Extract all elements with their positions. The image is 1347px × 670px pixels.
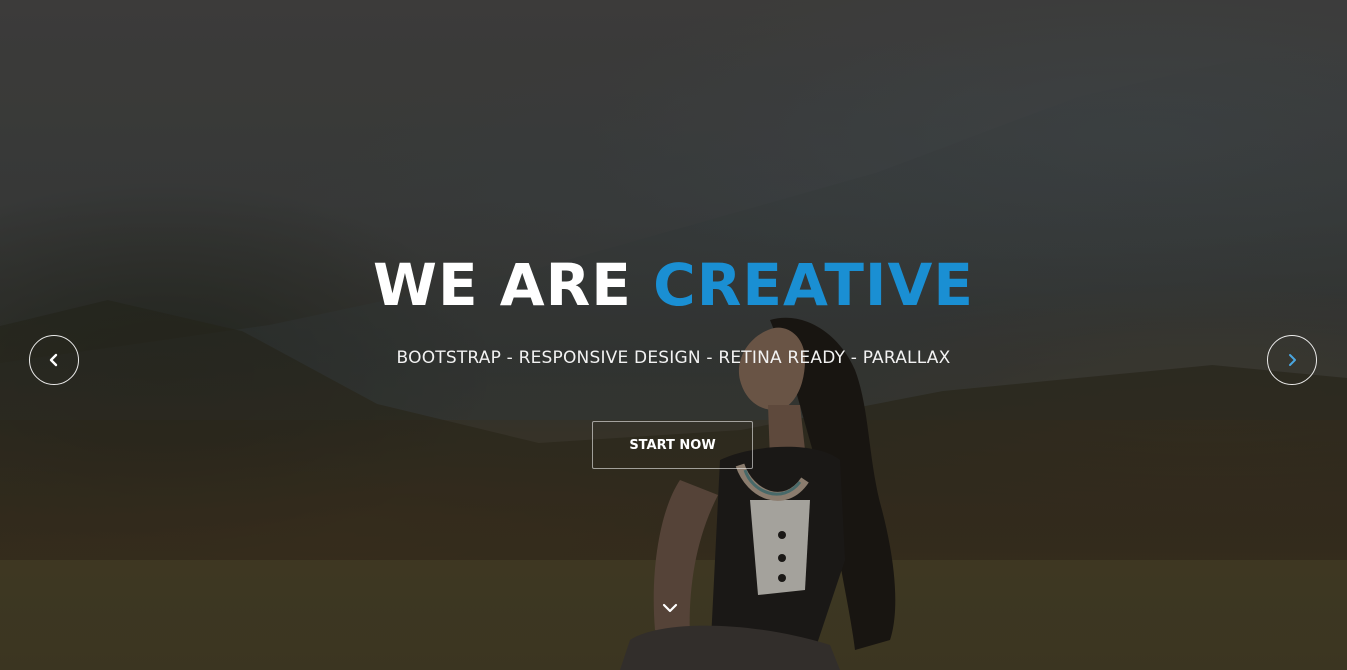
chevron-right-icon: [1289, 354, 1296, 366]
hero-section: WE ARE CREATIVE BOOTSTRAP - RESPONSIVE D…: [0, 0, 1347, 670]
chevron-down-icon: [662, 603, 678, 613]
dark-overlay: [0, 0, 1347, 670]
scroll-down-button[interactable]: [660, 600, 680, 616]
start-now-button[interactable]: START NOW: [592, 421, 753, 469]
hero-subtitle: BOOTSTRAP - RESPONSIVE DESIGN - RETINA R…: [396, 348, 951, 368]
headline-text: WE ARE: [372, 251, 632, 319]
headline-accent-text: CREATIVE: [653, 251, 975, 319]
slider-prev-button[interactable]: [29, 335, 79, 385]
chevron-left-icon: [49, 353, 58, 367]
hero-headline: WE ARE CREATIVE: [0, 250, 1347, 320]
slider-next-button[interactable]: [1267, 335, 1317, 385]
